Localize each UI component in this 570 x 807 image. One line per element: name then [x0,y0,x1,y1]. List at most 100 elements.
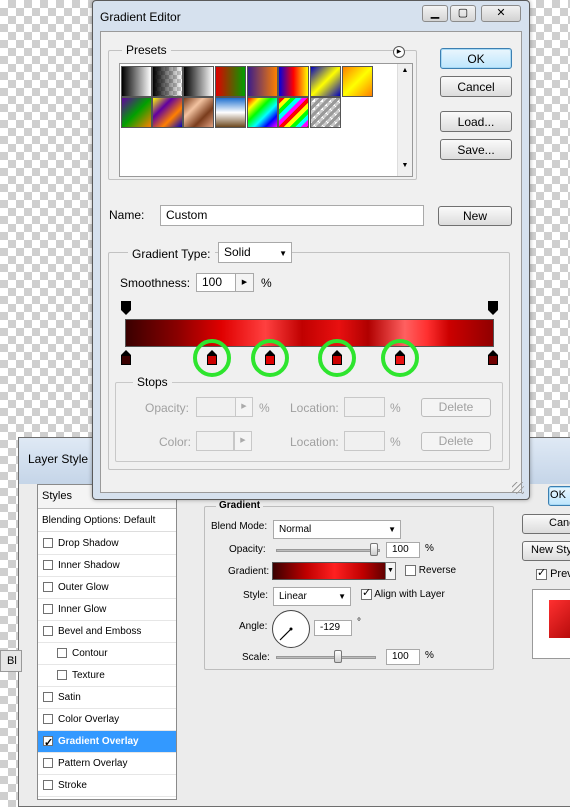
ls-gradient-swatch[interactable] [272,562,386,580]
ls-style-select[interactable]: Linear ▼ [273,587,351,606]
blend-mode-select[interactable]: Normal ▼ [273,520,401,539]
ge-new-button[interactable]: New [438,206,512,226]
style-item-inner-glow[interactable]: Inner Glow [38,599,176,621]
style-item-checkbox[interactable] [43,692,53,703]
left-tab-stub[interactable]: Bl [0,650,22,672]
scale-slider-thumb[interactable] [334,650,342,663]
reverse-checkbox[interactable] [405,565,416,576]
presets-menu-button[interactable]: ▶ [393,46,405,58]
preset-copper[interactable] [183,97,214,128]
color-stop-0[interactable] [121,350,131,365]
preset-violet-orange[interactable] [247,66,278,97]
name-input[interactable]: Custom [160,205,424,226]
scale-slider[interactable] [276,656,376,659]
style-item-checkbox[interactable] [43,604,53,615]
angle-dial[interactable] [272,610,310,648]
gradient-type-select[interactable]: Solid ▼ [218,242,292,263]
style-item-checkbox[interactable] [43,560,53,571]
scroll-up-icon[interactable]: ▲ [398,67,412,74]
style-item-color-overlay[interactable]: Color Overlay [38,709,176,731]
ls-opacity-input[interactable]: 100 [386,542,420,558]
ls-gradient-dropdown[interactable]: ▼ [385,562,396,580]
color-stop-5[interactable] [488,350,498,365]
scroll-down-icon[interactable]: ▼ [398,162,412,169]
ls-opacity-slider[interactable] [276,549,380,552]
style-item-checkbox[interactable] [57,648,67,659]
ge-new-label: New [462,209,487,223]
preset-transparent-rainbow[interactable] [278,97,309,128]
preview-row[interactable]: Preview [536,566,570,580]
ls-opacity-slider-thumb[interactable] [370,543,378,556]
scale-input[interactable]: 100 [386,649,420,665]
style-item-contour[interactable]: Contour [38,643,176,665]
style-item-inner-shadow[interactable]: Inner Shadow [38,555,176,577]
preset-violet-green-orange[interactable] [121,97,152,128]
presets-scrollbar[interactable]: ▲ ▼ [397,64,412,176]
preset-fg-transparent[interactable] [152,66,183,97]
smoothness-label: Smoothness: [120,276,191,290]
style-item-checkbox[interactable] [43,780,53,791]
preset-fg-bg[interactable] [121,66,152,97]
resize-grip-icon[interactable] [512,482,524,494]
style-item-pattern-overlay[interactable]: Pattern Overlay [38,753,176,775]
blending-options-item[interactable]: Blending Options: Default [38,510,176,532]
style-item-checkbox[interactable] [43,538,53,549]
ge-cancel-button[interactable]: Cancel [440,76,512,97]
stop-color-swatch[interactable] [196,431,234,451]
preset-chrome[interactable] [215,97,246,128]
style-item-satin[interactable]: Satin [38,687,176,709]
preset-spectrum[interactable] [247,97,278,128]
preset-red-green[interactable] [215,66,246,97]
style-item-checkbox[interactable] [57,670,67,681]
stop-color-location-input[interactable] [344,431,385,451]
stop-opacity-stepper[interactable]: ▶ [235,397,253,417]
gradient-bar[interactable] [125,319,494,347]
style-item-checkbox[interactable] [43,626,53,637]
preset-yellow-violet-orange-blue[interactable] [152,97,183,128]
stop-opacity-input[interactable] [196,397,236,417]
ls-cancel-button[interactable]: Cancel [522,514,570,534]
style-item-label: Satin [58,692,81,703]
stop-delete-button[interactable]: Delete [421,398,491,417]
align-with-layer-row[interactable]: Align with Layer [361,586,445,600]
style-item-checkbox[interactable] [43,733,53,754]
minimize-button[interactable]: ▁ [422,5,448,22]
opacity-stop-right[interactable] [488,301,498,316]
opacity-stop-left[interactable] [121,301,131,316]
maximize-button[interactable]: ▢ [450,5,476,22]
style-item-bevel-and-emboss[interactable]: Bevel and Emboss [38,621,176,643]
stop-color-delete-button[interactable]: Delete [421,432,491,451]
preset-blue-yellow-blue[interactable] [310,66,341,97]
chevron-right-icon: ▶ [241,279,248,286]
style-item-texture[interactable]: Texture [38,665,176,687]
stop-color-stepper[interactable]: ▶ [234,431,252,451]
ge-save-button[interactable]: Save... [440,139,512,160]
preview-checkbox[interactable] [536,566,547,580]
preset-black-white[interactable] [183,66,214,97]
smoothness-stepper[interactable]: ▶ [235,273,254,292]
preset-blue-red-yellow[interactable] [278,66,309,97]
style-item-outer-glow[interactable]: Outer Glow [38,577,176,599]
reverse-checkbox-row[interactable]: Reverse [405,565,456,576]
new-style-button[interactable]: New Style... [522,541,570,561]
preset-transparent-stripes[interactable] [310,97,341,128]
style-item-checkbox[interactable] [43,582,53,593]
align-checkbox[interactable] [361,586,372,600]
smoothness-input[interactable]: 100 [196,273,236,292]
style-item-checkbox[interactable] [43,758,53,769]
ls-ok-button[interactable]: OK [548,486,570,506]
stop-location-input[interactable] [344,397,385,417]
ge-ok-button[interactable]: OK [440,48,512,69]
highlight-circle [381,339,419,377]
style-item-drop-shadow[interactable]: Drop Shadow [38,533,176,555]
highlight-circle [251,339,289,377]
preset-orange-yellow-orange[interactable] [342,66,373,97]
blend-mode-label: Blend Mode: [211,521,268,532]
angle-input[interactable]: -129 [314,620,352,636]
stop-color-location-unit: % [390,435,401,449]
close-button[interactable]: ✕ [481,5,521,22]
style-item-stroke[interactable]: Stroke [38,775,176,797]
style-item-gradient-overlay[interactable]: Gradient Overlay [38,731,176,754]
style-item-checkbox[interactable] [43,714,53,725]
ge-load-button[interactable]: Load... [440,111,512,132]
